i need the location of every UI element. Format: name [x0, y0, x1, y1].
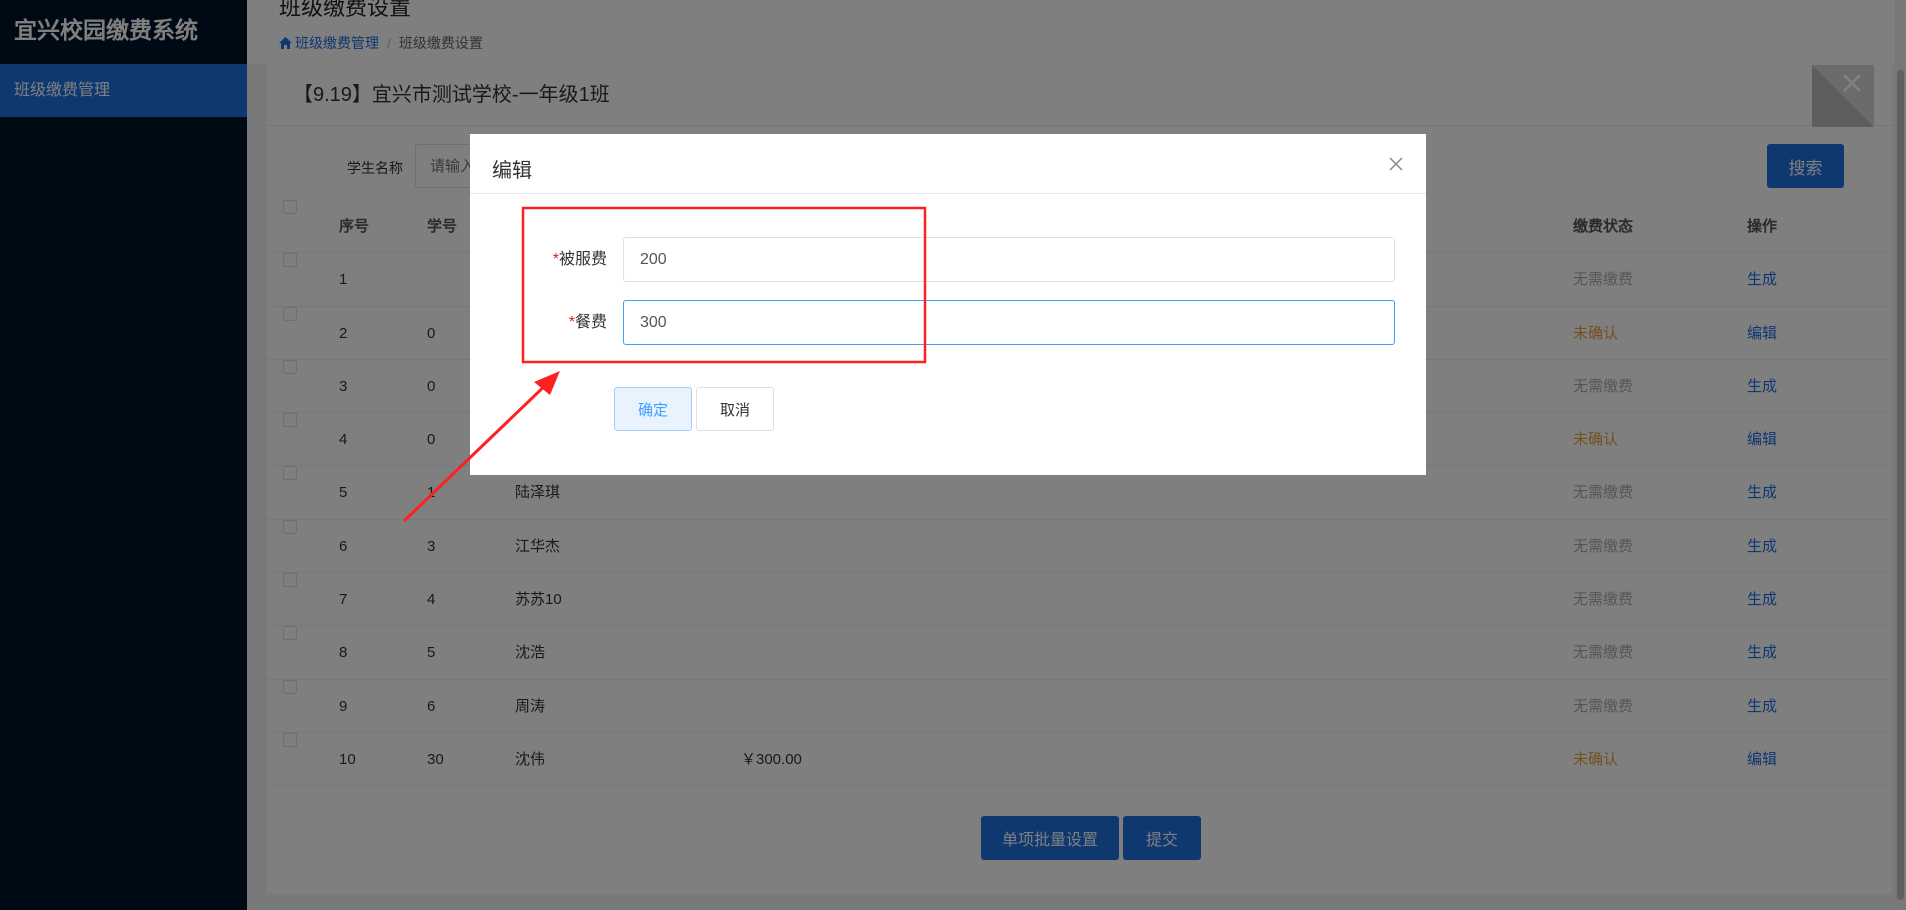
bedding-fee-label: *被服费	[552, 251, 607, 268]
dialog-header: 编辑	[470, 134, 1426, 194]
bedding-fee-input[interactable]	[623, 237, 1395, 282]
form-row-bedding-fee: *被服费	[470, 237, 1426, 282]
meal-fee-input[interactable]	[623, 300, 1395, 345]
form-row-meal-fee: *餐费	[470, 300, 1426, 345]
dialog-title: 编辑	[492, 160, 532, 182]
confirm-button[interactable]: 确定	[614, 387, 692, 431]
edit-dialog: 编辑 *被服费 *餐费 确定 取消	[470, 134, 1426, 475]
close-icon[interactable]	[1388, 156, 1404, 172]
cancel-button[interactable]: 取消	[696, 387, 774, 431]
meal-fee-label: *餐费	[568, 314, 607, 331]
